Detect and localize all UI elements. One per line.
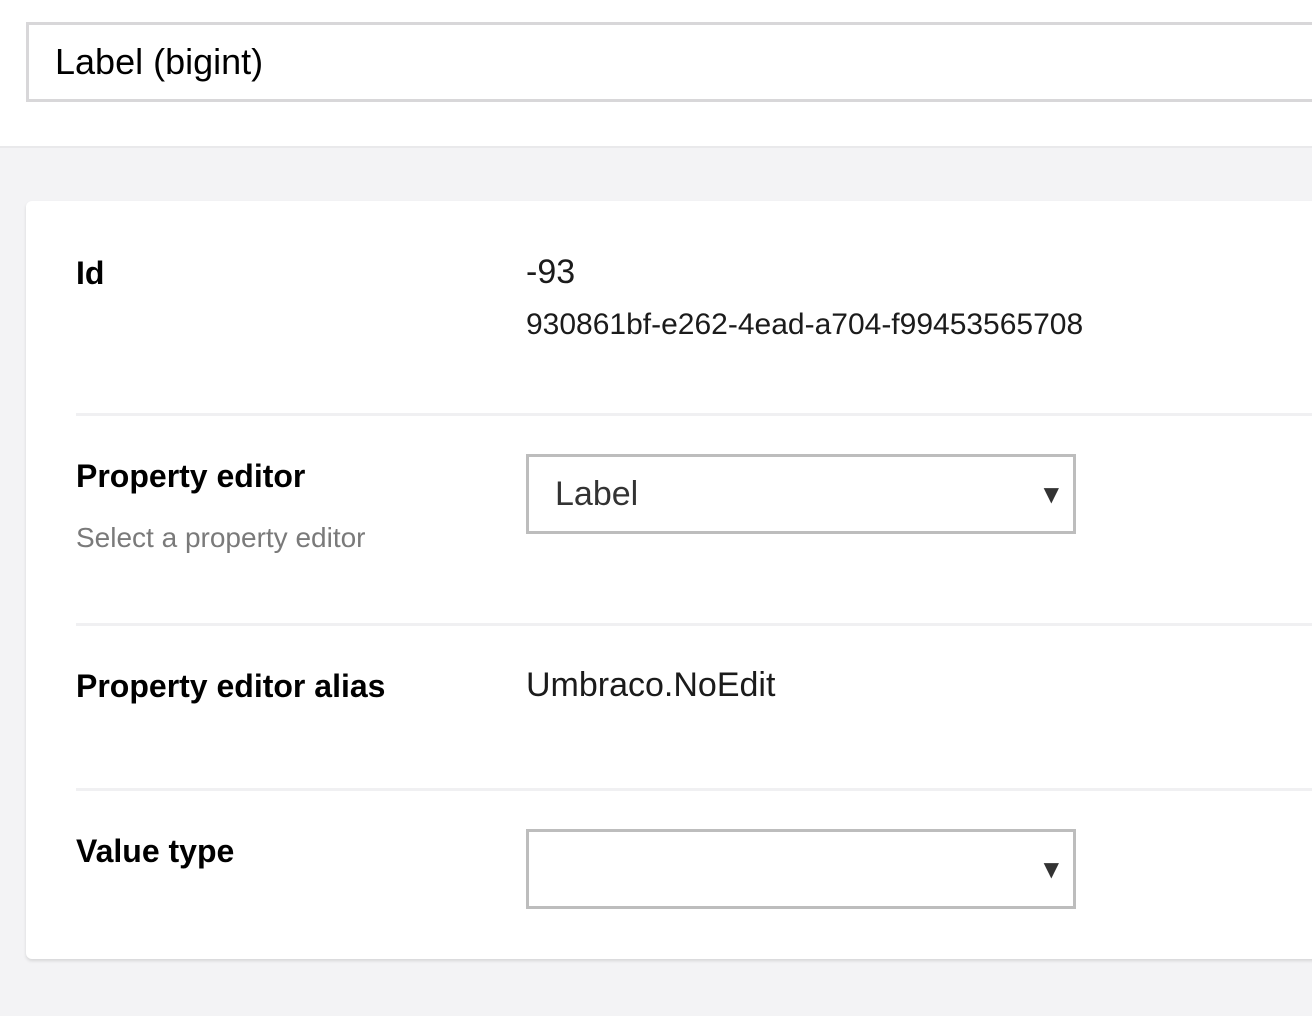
property-editor-selected-value: Label <box>555 475 639 513</box>
property-row-property-editor-alias: Property editor alias Umbraco.NoEdit <box>76 626 1312 791</box>
chevron-down-icon: ▼ <box>1043 857 1059 881</box>
property-editor-select[interactable]: Label ▼ <box>526 454 1076 534</box>
property-editor-description: Select a property editor <box>76 522 366 553</box>
value-type-select[interactable]: ▼ <box>526 829 1076 909</box>
data-type-name-input[interactable] <box>26 22 1312 102</box>
id-label: Id <box>76 255 105 291</box>
properties-panel: Id -93 930861bf-e262-4ead-a704-f99453565… <box>26 201 1312 959</box>
property-editor-label: Property editor <box>76 458 306 494</box>
id-value: -93 <box>526 253 576 291</box>
id-guid: 930861bf-e262-4ead-a704-f99453565708 <box>526 308 1084 341</box>
chevron-down-icon: ▼ <box>1043 482 1059 506</box>
editor-header <box>0 0 1312 148</box>
property-editor-alias-label: Property editor alias <box>76 668 386 704</box>
property-row-property-editor: Property editor Select a property editor… <box>76 416 1312 626</box>
property-row-id: Id -93 930861bf-e262-4ead-a704-f99453565… <box>76 201 1312 416</box>
property-row-value-type: Value type ▼ <box>76 791 1312 959</box>
property-editor-alias-value: Umbraco.NoEdit <box>526 666 776 704</box>
value-type-label: Value type <box>76 833 235 869</box>
